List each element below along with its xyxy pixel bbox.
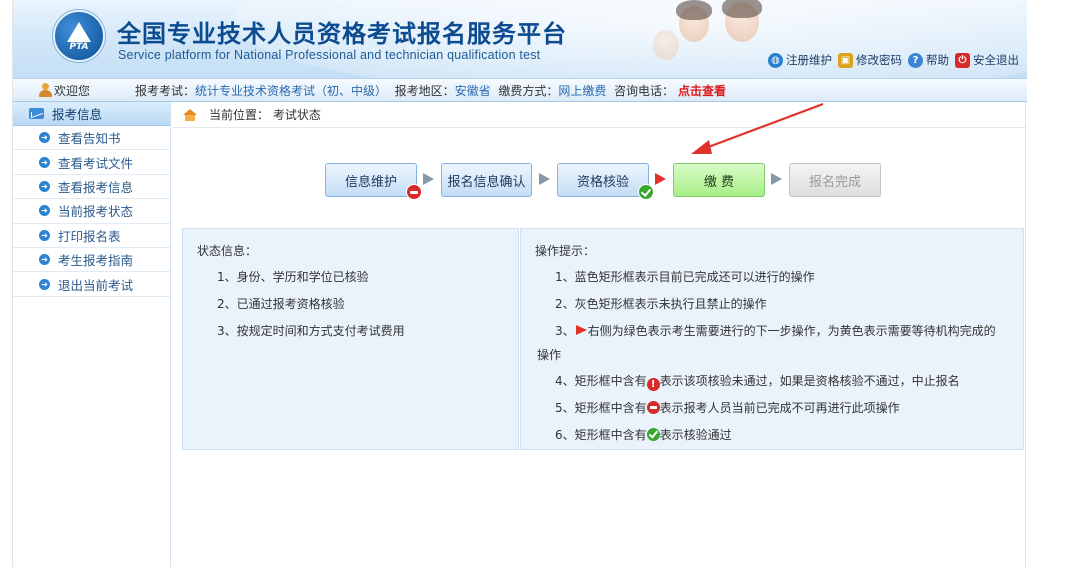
breadcrumb: 当前位置： 考试状态 [173, 102, 1027, 128]
sidebar-item-view-exam-files[interactable]: ➜ 查看考试文件 [13, 150, 170, 175]
register-maintain-link[interactable]: ◍ 注册维护 [768, 52, 832, 68]
home-icon [183, 108, 197, 121]
status-panel-title: 状态信息： [197, 244, 258, 258]
step-arrow-icon [423, 173, 434, 185]
sidebar-item-exit-exam[interactable]: ➜ 退出当前考试 [13, 272, 170, 297]
header-banner: PTA 全国专业技术人员资格考试报名服务平台 Service platform … [13, 0, 1027, 78]
tip-line: 6、矩形框中含有 表示核验通过 [555, 428, 732, 442]
minus-icon [646, 401, 660, 414]
step-arrow-icon [771, 173, 782, 185]
step-arrow-icon [539, 173, 550, 185]
logo-text: PTA [69, 42, 89, 52]
sidebar-item-view-notice[interactable]: ➜ 查看告知书 [13, 126, 170, 151]
sidebar-header: 报考信息 [13, 102, 170, 126]
header-people-image [643, 0, 773, 78]
sidebar: 报考信息 ➜ 查看告知书 ➜ 查看考试文件 ➜ 查看报考信息 ➜ 当前报考状态 ➜ 打印报… [13, 102, 171, 567]
status-line: 2、已通过报考资格核验 [217, 297, 345, 311]
check-icon [638, 184, 654, 200]
tip-line-continued: 操作 [537, 348, 562, 362]
minus-icon [406, 184, 422, 200]
step-qualification-check[interactable]: 资格核验 [557, 163, 654, 200]
exclamation-icon: ! [646, 378, 660, 391]
sidebar-item-current-status[interactable]: ➜ 当前报考状态 [13, 199, 170, 224]
step-confirm-registration[interactable]: 报名信息确认 [441, 163, 532, 197]
breadcrumb-current: 考试状态 [272, 108, 321, 122]
info-bar: 欢迎您 报考考试：统计专业技术资格考试（初、中级） 报考地区：安徽省 缴费方式：… [13, 78, 1027, 102]
user-icon [39, 83, 52, 97]
status-line: 3、按规定时间和方式支付考试费用 [217, 324, 405, 338]
arrow-right-icon: ➜ [39, 254, 50, 266]
step-info-maintain[interactable]: 信息维护 [325, 163, 422, 200]
page-frame: PTA 全国专业技术人员资格考试报名服务平台 Service platform … [12, 0, 1027, 567]
sidebar-item-guide[interactable]: ➜ 考生报考指南 [13, 248, 170, 273]
status-line: 1、身份、学历和学位已核验 [217, 270, 369, 284]
pta-logo: PTA [53, 10, 105, 62]
arrow-right-icon: ➜ [39, 278, 50, 290]
red-pointer-arrow [691, 102, 824, 154]
tip-line: 5、矩形框中含有 表示报考人员当前已完成不可再进行此项操作 [555, 401, 900, 415]
arrow-right-icon: ➜ [39, 132, 50, 144]
red-arrow-icon [575, 325, 587, 335]
arrow-right-icon: ➜ [39, 180, 50, 192]
tips-panel: 操作提示： 1、蓝色矩形框表示目前已完成还可以进行的操作 2、灰色矩形框表示未执… [520, 228, 1024, 450]
arrow-right-icon: ➜ [39, 156, 50, 168]
main-content: 当前位置： 考试状态 信息维护 报名信息确认 资格核验 缴 费 报名完成 状态信… [173, 102, 1027, 567]
check-icon [646, 428, 660, 441]
step-registration-complete: 报名完成 [789, 163, 881, 197]
tip-line: 4、矩形框中含有! 表示该项核验未通过，如果是资格核验不通过，中止报名 [555, 374, 960, 391]
tip-line: 2、灰色矩形框表示未执行且禁止的操作 [555, 297, 767, 311]
help-icon: ? [908, 52, 923, 68]
status-panel: 状态信息： 1、身份、学历和学位已核验 2、已通过报考资格核验 3、按规定时间和… [182, 228, 519, 450]
help-link[interactable]: ? 帮助 [908, 52, 949, 68]
arrow-right-icon: ➜ [39, 229, 50, 241]
site-title: 全国专业技术人员资格考试报名服务平台 [117, 20, 567, 48]
view-phone-link[interactable]: 点击查看 [678, 84, 726, 98]
envelope-icon [29, 108, 44, 119]
exam-name: 统计专业技术资格考试（初、中级） [195, 84, 388, 98]
tip-line: 1、蓝色矩形框表示目前已完成还可以进行的操作 [555, 270, 815, 284]
sidebar-item-view-registration-info[interactable]: ➜ 查看报考信息 [13, 175, 170, 200]
exam-info: 报考考试：统计专业技术资格考试（初、中级） 报考地区：安徽省 缴费方式：网上缴费… [135, 84, 727, 98]
tip-line: 3、 右侧为绿色表示考生需要进行的下一步操作，为黄色表示需要等待机构完成的 [555, 324, 996, 338]
globe-icon: ◍ [768, 52, 783, 68]
exam-region: 安徽省 [454, 84, 491, 98]
step-payment[interactable]: 缴 费 [673, 163, 765, 197]
payment-method: 网上缴费 [558, 84, 607, 98]
lock-icon: ▣ [838, 52, 853, 68]
arrow-right-icon: ➜ [39, 205, 50, 217]
step-arrow-red-icon [655, 173, 666, 185]
power-icon: ⏻ [955, 52, 970, 68]
welcome-label: 欢迎您 [13, 79, 123, 101]
sidebar-item-print-form[interactable]: ➜ 打印报名表 [13, 224, 170, 248]
site-subtitle: Service platform for National Profession… [118, 48, 541, 62]
logout-link[interactable]: ⏻ 安全退出 [955, 52, 1019, 68]
top-links: ◍ 注册维护 ▣ 修改密码 ? 帮助 ⏻ 安全退出 [768, 52, 1019, 68]
tips-panel-title: 操作提示： [535, 244, 596, 258]
change-password-link[interactable]: ▣ 修改密码 [838, 52, 902, 68]
